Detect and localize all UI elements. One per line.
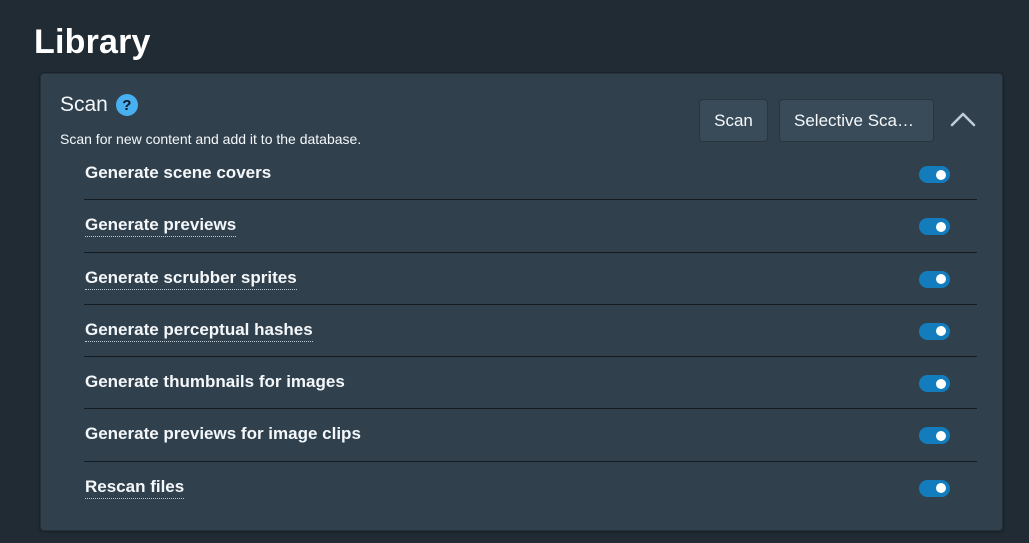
scan-option-row: Generate scene covers [84,148,977,201]
help-icon[interactable]: ? [115,94,138,116]
scan-option-label: Generate thumbnails for images [85,372,345,392]
scan-option-toggle[interactable] [919,270,950,288]
scan-option-label: Generate scene covers [85,163,272,182]
scan-option-toggle[interactable] [919,479,950,497]
scan-card: Scan ? Scan for new content and add it t… [40,73,1003,531]
scan-option-toggle[interactable] [919,427,950,445]
toggle-knob [936,169,946,180]
scan-option-toggle[interactable] [919,322,950,340]
scan-option-toggle[interactable] [919,375,950,393]
scan-options-list: Generate scene covers Generate previews Ge… [84,148,977,514]
scan-option-toggle[interactable] [919,218,950,236]
selective-scan-button[interactable]: Selective Scan… [780,100,933,141]
scan-option-row: Generate scrubber sprites [84,253,977,305]
scan-option-row: Generate thumbnails for images [84,357,977,410]
page: Library Scan ? Scan for new content and … [0,0,1029,543]
toggle-knob [936,274,946,285]
scan-option-label[interactable]: Generate perceptual hashes [85,320,313,342]
scan-title-row: Scan ? [60,92,361,118]
scan-title: Scan [60,93,108,116]
toggle-knob [936,378,946,389]
scan-card-header: Scan ? Scan for new content and add it t… [60,92,361,148]
scan-subtitle: Scan for new content and add it to the d… [60,131,362,147]
scan-option-label[interactable]: Rescan files [85,477,185,499]
toggle-knob [936,221,946,232]
toggle-knob [936,430,946,441]
scan-option-label[interactable]: Generate previews [85,215,237,238]
scan-button[interactable]: Scan [700,100,767,141]
scan-option-label: Generate previews for image clips [85,424,361,444]
scan-option-row: Generate previews for image clips [84,409,977,462]
scan-option-toggle[interactable] [919,166,950,183]
scan-option-row: Generate perceptual hashes [84,305,977,358]
toggle-knob [936,326,946,337]
scan-option-label[interactable]: Generate scrubber sprites [85,268,297,290]
toggle-knob [936,483,946,494]
scan-option-row: Generate previews [84,200,977,253]
chevron-up-icon[interactable] [947,104,979,136]
page-title: Library [34,23,151,61]
scan-option-row: Rescan files [84,462,977,514]
